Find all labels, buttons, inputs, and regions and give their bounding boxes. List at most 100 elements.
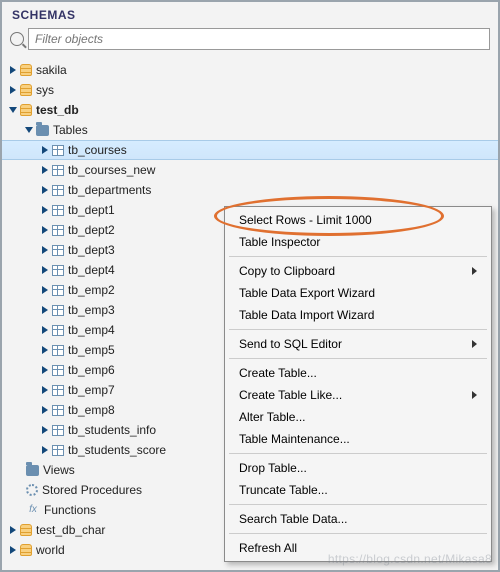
database-icon: [20, 524, 32, 536]
schema-node-sys[interactable]: sys: [2, 80, 498, 100]
table-label: tb_courses_new: [68, 163, 155, 177]
menu-separator: [229, 358, 487, 359]
table-label: tb_emp4: [68, 323, 115, 337]
folder-label: Functions: [44, 503, 96, 517]
table-icon: [52, 305, 64, 316]
menu-import-wizard[interactable]: Table Data Import Wizard: [225, 304, 491, 326]
caret-icon: [42, 346, 48, 354]
caret-icon: [42, 406, 48, 414]
table-label: tb_dept2: [68, 223, 115, 237]
table-label: tb_students_score: [68, 443, 166, 457]
menu-search-table-data[interactable]: Search Table Data...: [225, 508, 491, 530]
folder-label: Stored Procedures: [42, 483, 142, 497]
caret-icon: [10, 66, 16, 74]
menu-create-table[interactable]: Create Table...: [225, 362, 491, 384]
caret-icon: [10, 546, 16, 554]
table-label: tb_emp3: [68, 303, 115, 317]
menu-separator: [229, 533, 487, 534]
caret-icon: [42, 366, 48, 374]
caret-down-icon: [9, 107, 17, 113]
caret-icon: [42, 326, 48, 334]
table-label: tb_courses: [68, 143, 127, 157]
search-icon: [10, 32, 24, 46]
table-icon: [52, 185, 64, 196]
submenu-arrow-icon: [472, 267, 477, 275]
caret-icon: [10, 86, 16, 94]
panel-title: SCHEMAS: [2, 2, 498, 26]
schema-tree: sakila sys test_db Tables tb_courses: [2, 56, 498, 570]
table-label: tb_dept4: [68, 263, 115, 277]
schema-node-test-db[interactable]: test_db: [2, 100, 498, 120]
schema-label: sakila: [36, 63, 67, 77]
schema-label: sys: [36, 83, 54, 97]
menu-refresh-all[interactable]: Refresh All: [225, 537, 491, 559]
menu-table-maintenance[interactable]: Table Maintenance...: [225, 428, 491, 450]
schema-label: world: [36, 543, 65, 557]
function-icon: fx: [26, 504, 40, 516]
menu-copy-clipboard[interactable]: Copy to Clipboard: [225, 260, 491, 282]
table-label: tb_emp6: [68, 363, 115, 377]
submenu-arrow-icon: [472, 340, 477, 348]
menu-create-table-like[interactable]: Create Table Like...: [225, 384, 491, 406]
menu-separator: [229, 504, 487, 505]
folder-icon: [26, 465, 39, 476]
filter-row: [2, 26, 498, 56]
table-icon: [52, 145, 64, 156]
table-icon: [52, 285, 64, 296]
database-icon: [20, 64, 32, 76]
caret-icon: [42, 246, 48, 254]
table-node-selected[interactable]: tb_courses: [2, 140, 498, 160]
table-icon: [52, 165, 64, 176]
menu-separator: [229, 256, 487, 257]
table-icon: [52, 265, 64, 276]
table-icon: [52, 205, 64, 216]
caret-icon: [42, 446, 48, 454]
table-icon: [52, 405, 64, 416]
table-label: tb_dept1: [68, 203, 115, 217]
schema-label: test_db: [36, 103, 79, 117]
table-label: tb_emp8: [68, 403, 115, 417]
database-icon: [20, 544, 32, 556]
menu-send-sql[interactable]: Send to SQL Editor: [225, 333, 491, 355]
table-icon: [52, 345, 64, 356]
table-icon: [52, 385, 64, 396]
tables-folder[interactable]: Tables: [2, 120, 498, 140]
table-label: tb_emp5: [68, 343, 115, 357]
table-icon: [52, 245, 64, 256]
folder-label: Tables: [53, 123, 88, 137]
caret-icon: [42, 226, 48, 234]
folder-icon: [36, 125, 49, 136]
table-context-menu: Select Rows - Limit 1000 Table Inspector…: [224, 206, 492, 562]
table-icon: [52, 425, 64, 436]
table-icon: [52, 445, 64, 456]
caret-icon: [10, 526, 16, 534]
menu-table-inspector[interactable]: Table Inspector: [225, 231, 491, 253]
table-label: tb_emp2: [68, 283, 115, 297]
menu-drop-table[interactable]: Drop Table...: [225, 457, 491, 479]
schemas-panel: SCHEMAS sakila sys test_db Tables: [0, 0, 500, 572]
caret-icon: [42, 426, 48, 434]
table-label: tb_dept3: [68, 243, 115, 257]
caret-icon: [42, 386, 48, 394]
table-icon: [52, 325, 64, 336]
menu-export-wizard[interactable]: Table Data Export Wizard: [225, 282, 491, 304]
caret-icon: [42, 286, 48, 294]
gear-icon: [26, 484, 38, 496]
schema-label: test_db_char: [36, 523, 105, 537]
caret-icon: [42, 166, 48, 174]
caret-down-icon: [25, 127, 33, 133]
filter-input[interactable]: [28, 28, 490, 50]
table-node[interactable]: tb_departments: [2, 180, 498, 200]
table-label: tb_students_info: [68, 423, 156, 437]
menu-alter-table[interactable]: Alter Table...: [225, 406, 491, 428]
menu-truncate-table[interactable]: Truncate Table...: [225, 479, 491, 501]
table-node[interactable]: tb_courses_new: [2, 160, 498, 180]
table-icon: [52, 365, 64, 376]
menu-separator: [229, 329, 487, 330]
schema-node-sakila[interactable]: sakila: [2, 60, 498, 80]
caret-icon: [42, 266, 48, 274]
submenu-arrow-icon: [472, 391, 477, 399]
folder-label: Views: [43, 463, 75, 477]
caret-icon: [42, 186, 48, 194]
menu-select-rows[interactable]: Select Rows - Limit 1000: [225, 209, 491, 231]
